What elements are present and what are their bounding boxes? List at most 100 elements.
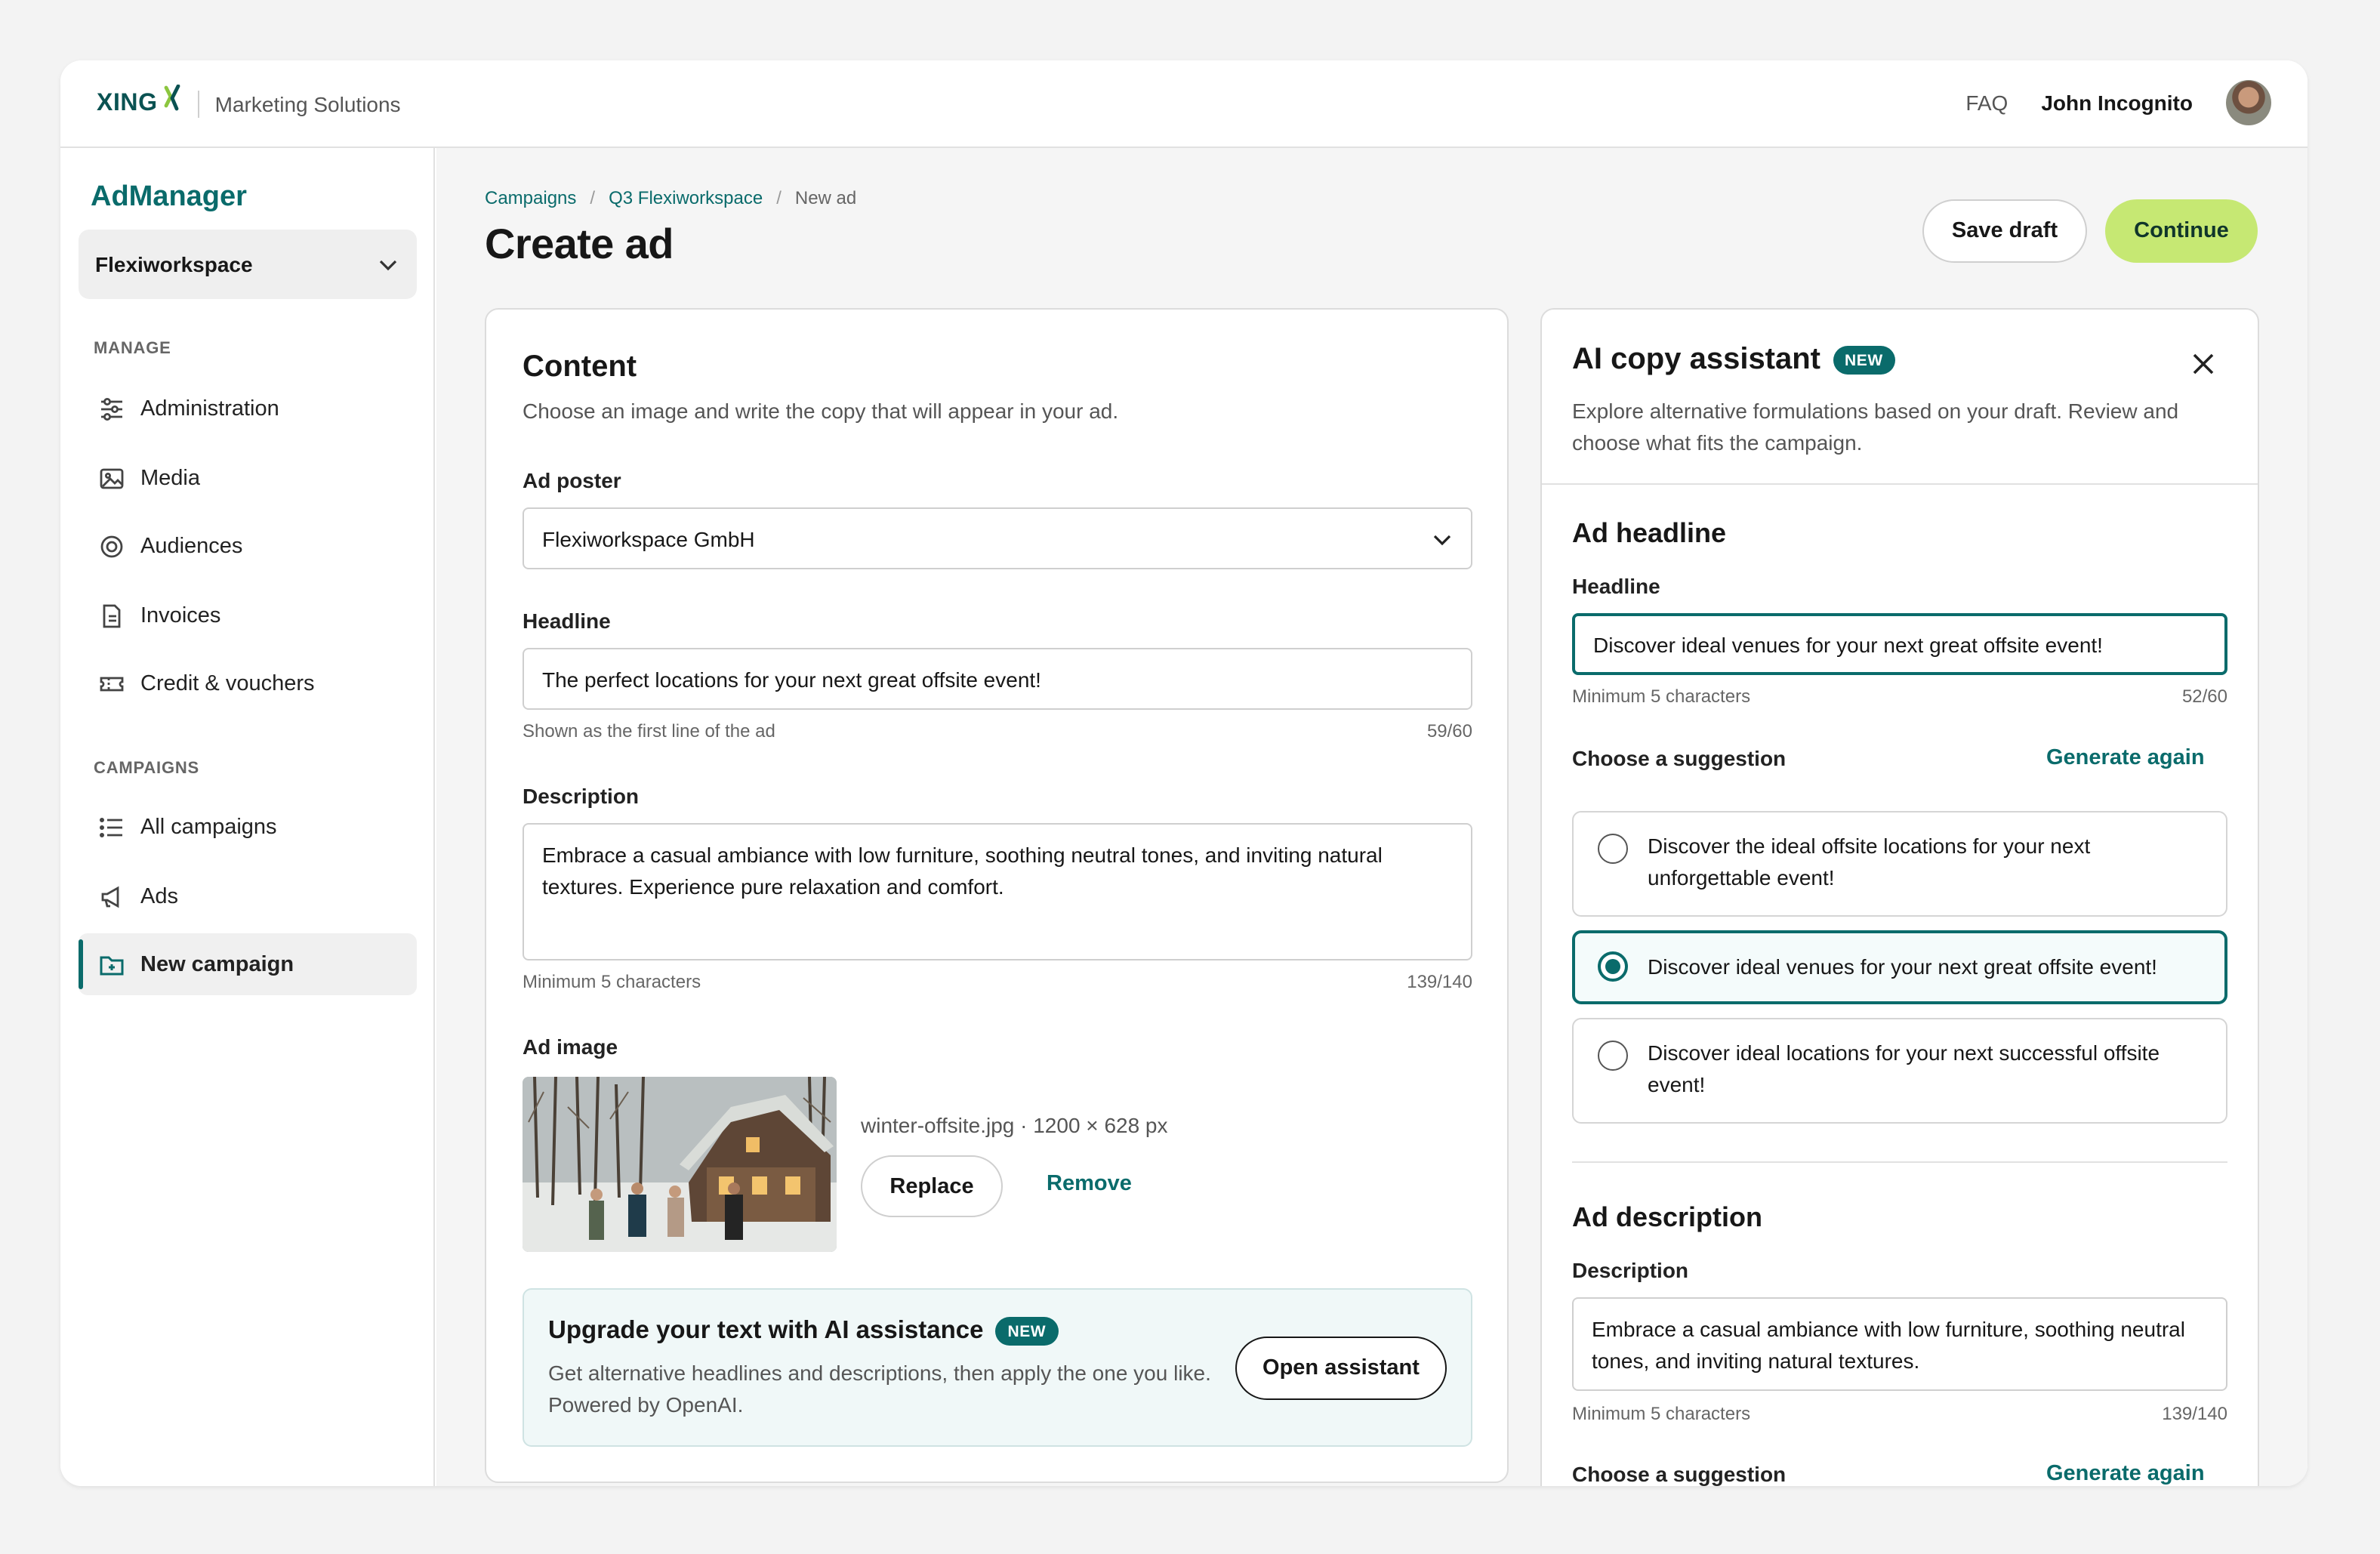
continue-button[interactable]: Continue bbox=[2105, 199, 2258, 263]
sidebar-item-administration[interactable]: Administration bbox=[79, 378, 417, 439]
target-icon bbox=[97, 531, 127, 561]
manage-section-label: MANAGE bbox=[94, 340, 171, 358]
open-assistant-button[interactable]: Open assistant bbox=[1235, 1337, 1447, 1400]
chevron-down-icon bbox=[1433, 534, 1451, 545]
section-divider bbox=[1572, 1161, 2227, 1163]
assistant-subtitle: Explore alternative formulations based o… bbox=[1572, 399, 2179, 455]
faq-link[interactable]: FAQ bbox=[1965, 91, 2008, 115]
radio-unselected[interactable] bbox=[1598, 834, 1628, 864]
sidebar-item-invoices[interactable]: Invoices bbox=[79, 584, 417, 646]
sidebar-item-label: Audiences bbox=[140, 534, 243, 558]
promo-title: Upgrade your text with AI assistance NEW bbox=[548, 1317, 1059, 1346]
assistant-description-textarea[interactable]: Embrace a casual ambiance with low furni… bbox=[1572, 1297, 2227, 1391]
sidebar-item-label: Ads bbox=[140, 884, 178, 908]
xing-logo[interactable]: XING Marketing Solutions bbox=[97, 85, 401, 118]
suggestion-text: Discover ideal venues for your next grea… bbox=[1648, 954, 2157, 979]
panel-divider bbox=[1542, 483, 2258, 485]
list-icon bbox=[97, 812, 127, 842]
sidebar-item-label: All campaigns bbox=[140, 815, 277, 839]
breadcrumb-campaigns[interactable]: Campaigns bbox=[485, 187, 576, 208]
sidebar-item-label: Invoices bbox=[140, 603, 221, 627]
generate-again-link[interactable]: Generate again bbox=[2046, 746, 2205, 770]
suggestion-option[interactable]: Discover ideal locations for your next s… bbox=[1572, 1018, 2227, 1124]
sidebar-item-all-campaigns[interactable]: All campaigns bbox=[79, 796, 417, 858]
logo-wordmark: XING bbox=[97, 91, 158, 116]
main-area: Campaigns / Q3 Flexiworkspace / New ad C… bbox=[436, 148, 2308, 1486]
assistant-headline-label: Headline bbox=[1572, 574, 1660, 598]
breadcrumb-current: New ad bbox=[794, 187, 857, 208]
sidebar-item-label: Administration bbox=[140, 396, 279, 421]
assistant-description-hint: Minimum 5 characters bbox=[1572, 1403, 1751, 1424]
avatar[interactable] bbox=[2226, 80, 2271, 125]
description-textarea[interactable]: Embrace a casual ambiance with low furni… bbox=[523, 823, 1472, 960]
app-title: AdManager bbox=[91, 181, 247, 213]
headline-input[interactable]: The perfect locations for your next grea… bbox=[523, 648, 1472, 710]
radio-unselected[interactable] bbox=[1598, 1041, 1628, 1071]
page-title: Create ad bbox=[485, 220, 674, 267]
image-file-info: winter-offsite.jpg · 1200 × 628 px bbox=[861, 1113, 1168, 1137]
document-icon bbox=[97, 600, 127, 631]
assistant-headline-hint: Minimum 5 characters bbox=[1572, 686, 1751, 707]
ai-promo-banner: Upgrade your text with AI assistance NEW… bbox=[523, 1288, 1472, 1447]
sidebar-item-new-campaign[interactable]: New campaign bbox=[79, 933, 417, 995]
replace-image-button[interactable]: Replace bbox=[861, 1155, 1003, 1217]
new-badge: NEW bbox=[1833, 346, 1895, 375]
generate-again-link[interactable]: Generate again bbox=[2046, 1462, 2205, 1486]
ai-assistant-panel: AI copy assistant NEW Explore alternativ… bbox=[1540, 308, 2259, 1486]
assistant-title-text: AI copy assistant bbox=[1572, 343, 1821, 376]
suggestion-option[interactable]: Discover the ideal offsite locations for… bbox=[1572, 811, 2227, 917]
new-badge: NEW bbox=[995, 1317, 1059, 1346]
sidebar-item-credit-vouchers[interactable]: Credit & vouchers bbox=[79, 652, 417, 714]
folder-plus-icon bbox=[97, 949, 127, 979]
close-icon[interactable] bbox=[2188, 349, 2218, 379]
brand-subtitle: Marketing Solutions bbox=[214, 92, 401, 116]
sliders-icon bbox=[97, 393, 127, 424]
ad-image-preview bbox=[523, 1077, 837, 1252]
headline-char-count: 59/60 bbox=[1426, 720, 1472, 742]
workspace-select[interactable]: Flexiworkspace bbox=[79, 230, 417, 299]
suggestion-option-selected[interactable]: Discover ideal venues for your next grea… bbox=[1572, 930, 2227, 1004]
megaphone-icon bbox=[97, 881, 127, 911]
ad-poster-value: Flexiworkspace GmbH bbox=[542, 526, 755, 550]
user-name[interactable]: John Incognito bbox=[2041, 91, 2193, 115]
radio-selected[interactable] bbox=[1598, 951, 1628, 982]
remove-image-link[interactable]: Remove bbox=[1047, 1172, 1132, 1196]
suggestion-text: Discover ideal locations for your next s… bbox=[1648, 1041, 2160, 1096]
sidebar-item-label: Credit & vouchers bbox=[140, 671, 315, 695]
assistant-description-char-count: 139/140 bbox=[2162, 1403, 2227, 1424]
ad-poster-select[interactable]: Flexiworkspace GmbH bbox=[523, 507, 1472, 569]
sidebar-item-ads[interactable]: Ads bbox=[79, 865, 417, 927]
ad-headline-section-title: Ad headline bbox=[1572, 518, 1727, 548]
breadcrumb-separator: / bbox=[590, 187, 596, 208]
suggestion-text: Discover the ideal offsite locations for… bbox=[1648, 834, 2091, 890]
sidebar-item-label: Media bbox=[140, 466, 200, 490]
ticket-icon bbox=[97, 668, 127, 698]
promo-title-text: Upgrade your text with AI assistance bbox=[548, 1317, 984, 1344]
assistant-description-label: Description bbox=[1572, 1258, 1689, 1282]
app-window: XING Marketing Solutions FAQ John Incogn… bbox=[60, 60, 2308, 1486]
breadcrumb-q3-flexiworkspace[interactable]: Q3 Flexiworkspace bbox=[609, 187, 763, 208]
choose-suggestion-label: Choose a suggestion bbox=[1572, 746, 1787, 770]
campaigns-section-label: CAMPAIGNS bbox=[94, 760, 200, 778]
save-draft-button[interactable]: Save draft bbox=[1922, 199, 2087, 263]
chevron-down-icon bbox=[379, 260, 397, 271]
top-bar: XING Marketing Solutions FAQ John Incogn… bbox=[60, 60, 2308, 148]
content-title: Content bbox=[523, 350, 637, 384]
assistant-headline-char-count: 52/60 bbox=[2181, 686, 2227, 707]
logo-divider bbox=[198, 91, 200, 118]
content-subtitle: Choose an image and write the copy that … bbox=[523, 399, 1119, 423]
assistant-headline-input[interactable]: Discover ideal venues for your next grea… bbox=[1572, 613, 2227, 675]
xing-x-icon bbox=[165, 85, 181, 111]
sidebar: AdManager Flexiworkspace MANAGE Administ… bbox=[60, 148, 435, 1486]
ad-image-label: Ad image bbox=[523, 1034, 618, 1059]
sidebar-item-audiences[interactable]: Audiences bbox=[79, 515, 417, 577]
assistant-title: AI copy assistant NEW bbox=[1572, 343, 1895, 378]
promo-text: Get alternative headlines and descriptio… bbox=[548, 1361, 1211, 1417]
description-label: Description bbox=[523, 784, 640, 808]
description-hint: Minimum 5 characters bbox=[523, 971, 701, 992]
content-card: Content Choose an image and write the co… bbox=[485, 308, 1509, 1483]
image-icon bbox=[97, 463, 127, 493]
sidebar-item-media[interactable]: Media bbox=[79, 447, 417, 509]
headline-hint: Shown as the first line of the ad bbox=[523, 720, 775, 742]
sidebar-item-label: New campaign bbox=[140, 952, 294, 976]
